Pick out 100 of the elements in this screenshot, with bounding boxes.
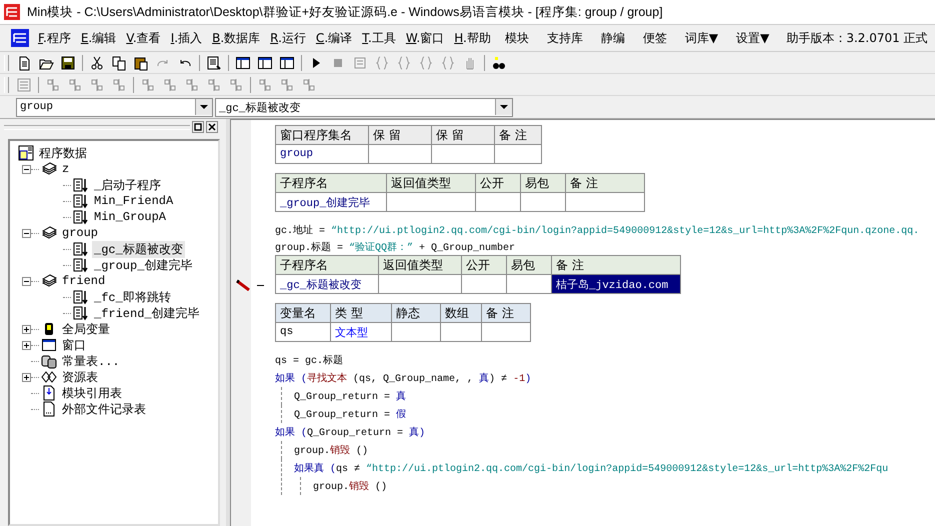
tree-item[interactable]: _fc_即将跳转 bbox=[92, 288, 173, 306]
table-cell[interactable] bbox=[432, 144, 494, 164]
code-line: Q_Group_return = 真 bbox=[294, 390, 406, 403]
module-ref-icon bbox=[41, 385, 57, 401]
sub-icon bbox=[73, 241, 89, 257]
dropdown[interactable]: group bbox=[16, 98, 213, 116]
menu-item[interactable]: V.查看 bbox=[121, 30, 166, 46]
sub-icon bbox=[73, 289, 89, 305]
maximize-icon[interactable] bbox=[192, 121, 204, 133]
column-header: 静态 bbox=[392, 304, 440, 322]
menu-item[interactable]: 设置▼ bbox=[727, 30, 778, 46]
table-cell[interactable]: 文本型 bbox=[330, 322, 392, 342]
table-cell[interactable] bbox=[392, 322, 440, 342]
column-header: 备 注 bbox=[552, 256, 680, 274]
table-cell[interactable] bbox=[520, 192, 566, 212]
tree-item[interactable]: friend bbox=[60, 274, 108, 288]
window-title: Min模块 - C:\Users\Administrator\Desktop\群验证+好友验证源码.e - Windows易语言模块 - [程序集: group / group] bbox=[27, 4, 663, 20]
column-header: 子程序名 bbox=[276, 256, 378, 274]
tree-item[interactable]: 资源表 bbox=[60, 368, 100, 386]
column-header: 保 留 bbox=[368, 126, 432, 144]
tree-item[interactable]: group bbox=[60, 226, 100, 240]
dropdown[interactable]: _gc_标题被改变 bbox=[215, 98, 513, 116]
tree-item[interactable]: _启动子程序 bbox=[92, 176, 164, 194]
sub-icon bbox=[73, 193, 89, 209]
collapse-icon[interactable] bbox=[22, 276, 31, 286]
column-header: 易包 bbox=[506, 256, 552, 274]
column-header: 窗口程序集名 bbox=[276, 126, 368, 144]
column-header: 子程序名 bbox=[276, 174, 386, 192]
expand-icon[interactable] bbox=[22, 340, 31, 350]
sub-icon bbox=[73, 257, 89, 273]
tree-item[interactable]: 程序数据 bbox=[37, 144, 89, 162]
menu-item[interactable]: 便签 bbox=[634, 30, 676, 46]
column-header: 备 注 bbox=[482, 304, 530, 322]
menu-item[interactable]: E.编辑 bbox=[76, 30, 122, 46]
version-label: 助手版本：3.2.0701 正式 bbox=[785, 30, 928, 46]
code-line: group.标题 = “验证QQ群：” + Q_Group_number bbox=[275, 240, 516, 254]
tree-item[interactable]: _gc_标题被改变 bbox=[92, 240, 185, 258]
assembly-icon bbox=[41, 225, 57, 241]
table-cell[interactable]: qs bbox=[276, 322, 330, 342]
menu-item[interactable]: I.插入 bbox=[166, 30, 208, 46]
menu-item[interactable]: W.窗口 bbox=[400, 30, 450, 46]
table-cell[interactable] bbox=[494, 144, 542, 164]
menu-item[interactable]: T.工具 bbox=[357, 30, 401, 46]
table-cell[interactable]: group bbox=[276, 144, 368, 164]
code-line: 如果 (寻找文本 (qs, Q_Group_name, , 真) ≠ -1) bbox=[275, 372, 532, 385]
menu-item[interactable]: C.编译 bbox=[310, 30, 358, 46]
expand-icon[interactable] bbox=[22, 324, 31, 334]
column-header: 易包 bbox=[520, 174, 566, 192]
code-line: 如果 (Q_Group_return = 真) bbox=[275, 426, 426, 439]
collapse-icon[interactable] bbox=[22, 164, 31, 174]
table-cell[interactable] bbox=[476, 192, 520, 212]
sub-icon bbox=[73, 305, 89, 321]
table-cell[interactable] bbox=[386, 192, 476, 212]
tree-item[interactable]: 常量表... bbox=[60, 352, 122, 370]
fold-line bbox=[257, 285, 264, 286]
menu-item[interactable]: R.运行 bbox=[265, 30, 311, 46]
tree-item[interactable]: 窗口 bbox=[60, 336, 88, 354]
sub-icon bbox=[73, 209, 89, 225]
assembly-icon bbox=[41, 273, 57, 289]
tree-item[interactable]: _friend_创建完毕 bbox=[92, 304, 202, 322]
table-cell[interactable]: 桔子岛_jvzidao.com bbox=[552, 274, 680, 294]
menu-item[interactable]: H.帮助 bbox=[449, 30, 496, 46]
tree-item[interactable]: Min_GroupA bbox=[92, 210, 168, 224]
table-cell[interactable] bbox=[440, 322, 482, 342]
table-cell[interactable] bbox=[482, 322, 530, 342]
code-line: group.销毁 () bbox=[313, 480, 388, 493]
table-cell[interactable]: _group_创建完毕 bbox=[276, 192, 386, 212]
collapse-icon[interactable] bbox=[22, 228, 31, 238]
app-icon bbox=[3, 3, 21, 21]
tree-item[interactable]: 外部文件记录表 bbox=[60, 400, 148, 418]
menu-item[interactable]: B.数据库 bbox=[207, 30, 266, 46]
column-header: 公开 bbox=[476, 174, 520, 192]
table-cell[interactable]: _gc_标题被改变 bbox=[276, 274, 378, 294]
menu-item[interactable]: 支持库 bbox=[538, 30, 592, 46]
close-icon[interactable] bbox=[206, 121, 218, 133]
table-cell[interactable] bbox=[566, 192, 644, 212]
menu-item[interactable]: 静编 bbox=[592, 30, 634, 46]
tree-item[interactable]: _group_创建完毕 bbox=[92, 256, 194, 274]
menu-item[interactable]: 词库▼ bbox=[676, 30, 728, 46]
tree-item[interactable]: z bbox=[60, 162, 72, 176]
tree-item[interactable]: 全局变量 bbox=[60, 320, 112, 338]
table-cell[interactable] bbox=[368, 144, 432, 164]
menu-item[interactable]: F.程序 bbox=[33, 30, 76, 46]
table-cell[interactable] bbox=[378, 274, 462, 294]
code-line: gc.地址 = “http://ui.ptlogin2.qq.com/cgi-bin/login?appid=549000912&style=12&s_url=http%3A%2F%2Fqun.qzone.qq. bbox=[275, 224, 920, 236]
external-files-icon bbox=[41, 401, 57, 417]
expand-icon[interactable] bbox=[22, 372, 31, 382]
menu-item[interactable]: 模块 bbox=[496, 30, 538, 46]
sub-icon bbox=[73, 177, 89, 193]
app-logo-icon bbox=[10, 28, 30, 48]
code-line: Q_Group_return = 假 bbox=[294, 408, 406, 421]
tree-item[interactable]: 模块引用表 bbox=[60, 384, 124, 402]
table-cell[interactable] bbox=[462, 274, 506, 294]
column-header: 备 注 bbox=[494, 126, 542, 144]
tree-item[interactable]: Min_FriendA bbox=[92, 194, 176, 208]
assembly-icon bbox=[41, 161, 57, 177]
window-icon bbox=[41, 337, 57, 353]
column-header: 返回值类型 bbox=[386, 174, 476, 192]
column-header: 数组 bbox=[440, 304, 482, 322]
column-header: 保 留 bbox=[432, 126, 494, 144]
